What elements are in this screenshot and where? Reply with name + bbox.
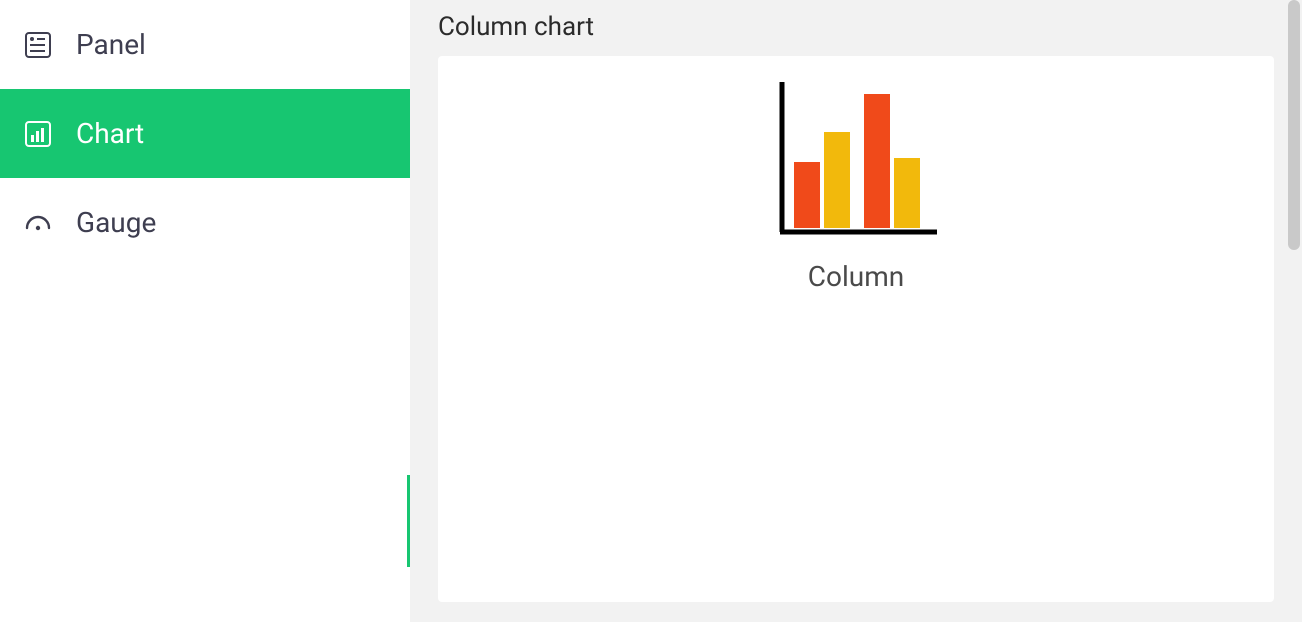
chart-options-card: Column <box>438 56 1274 602</box>
chart-option-label: Column <box>808 260 904 293</box>
main-title: Column chart <box>438 12 1274 42</box>
column-chart-icon <box>772 80 940 240</box>
sidebar-item-label: Panel <box>76 28 146 61</box>
chart-option-column[interactable]: Column <box>772 80 940 293</box>
sidebar: Panel Chart Gauge <box>0 0 410 622</box>
sidebar-item-label: Chart <box>76 117 144 150</box>
main-panel: Column chart Column <box>410 0 1302 622</box>
panel-icon <box>22 29 54 61</box>
sidebar-item-label: Gauge <box>76 206 156 239</box>
sidebar-resize-handle[interactable] <box>407 475 410 567</box>
chart-icon <box>22 118 54 150</box>
sidebar-item-gauge[interactable]: Gauge <box>0 178 410 267</box>
sidebar-item-panel[interactable]: Panel <box>0 0 410 89</box>
gauge-icon <box>22 207 54 239</box>
sidebar-item-chart[interactable]: Chart <box>0 89 410 178</box>
scrollbar[interactable] <box>1288 0 1300 250</box>
